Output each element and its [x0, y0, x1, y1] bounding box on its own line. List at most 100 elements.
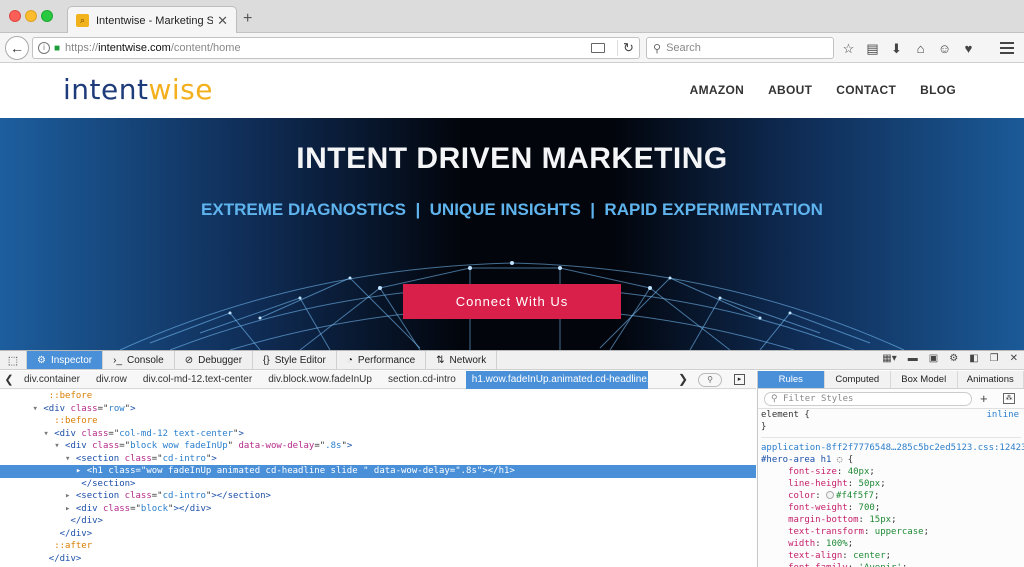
tab-box-model[interactable]: Box Model — [891, 371, 958, 388]
breadcrumb-item[interactable]: section.cd-intro — [382, 371, 466, 389]
expand-right-icon: ▸ — [65, 503, 76, 514]
tab-debugger[interactable]: ⊘ Debugger — [175, 351, 254, 369]
property-name: width — [788, 539, 816, 549]
inline-source-link[interactable]: inline — [986, 409, 1019, 421]
add-rule-icon[interactable]: + — [980, 391, 988, 406]
minimize-window-button[interactable] — [25, 10, 37, 22]
breadcrumb-item[interactable]: div.col-md-12.text-center — [137, 371, 262, 389]
markup-node[interactable]: ▸ <div class="block"></div> — [0, 503, 756, 516]
breadcrumb-item-selected[interactable]: h1.wow.fadeInUp.animated.cd-headline.sli… — [465, 370, 648, 389]
tab-computed[interactable]: Computed — [825, 371, 891, 388]
markup-node[interactable]: </div> — [0, 515, 756, 528]
url-text[interactable]: https://intentwise.com/content/home — [65, 42, 591, 54]
markup-node[interactable]: </div> — [0, 553, 756, 566]
responsive-mode-icon[interactable]: ▣ — [929, 353, 938, 364]
markup-node[interactable]: ▾ <section class="cd-intro"> — [0, 453, 756, 466]
css-declaration[interactable]: margin-bottom: 15px; — [761, 514, 1021, 526]
nav-link-amazon[interactable]: AMAZON — [690, 83, 744, 97]
back-button[interactable]: ← — [5, 36, 29, 60]
pocket-icon[interactable]: ♥ — [960, 40, 977, 57]
markup-search-icon[interactable]: ⚲ — [698, 373, 722, 387]
markup-node[interactable]: ▸ <section class="cd-intro"></section> — [0, 490, 756, 503]
markup-node[interactable]: ::after — [0, 540, 756, 553]
toggle-pseudo-classes-icon[interactable]: ⁂ — [1003, 393, 1015, 404]
css-declaration[interactable]: color: #f4f5f7; — [761, 490, 1021, 502]
tab-close-icon[interactable]: ✕ — [217, 13, 228, 29]
settings-gear-icon[interactable]: ⚙ — [949, 353, 958, 364]
css-declaration[interactable]: line-height: 50px; — [761, 478, 1021, 490]
breadcrumb-next-icon[interactable]: ❯ — [678, 372, 688, 386]
undock-window-icon[interactable]: ❐ — [990, 353, 999, 364]
zoom-window-button[interactable] — [41, 10, 53, 22]
reader-view-icon[interactable] — [591, 43, 605, 53]
tab-animations[interactable]: Animations — [958, 371, 1024, 388]
filter-styles-input[interactable]: ⚲ Filter Styles — [764, 392, 972, 406]
markup-node[interactable]: </div> — [0, 528, 756, 541]
tab-console[interactable]: ›_ Console — [103, 351, 175, 369]
toggle-sidebar-icon[interactable]: ▸ — [734, 374, 745, 385]
semicolon: ; — [923, 527, 929, 537]
hamburger-menu-icon[interactable] — [1000, 42, 1014, 57]
filter-placeholder: Filter Styles — [783, 394, 854, 404]
search-bar[interactable]: ⚲ Search — [646, 37, 834, 59]
colon: : — [815, 491, 827, 501]
tab-performance[interactable]: ◔ Performance — [337, 351, 427, 369]
markup-node-selected[interactable]: ▸ <h1 class="wow fadeInUp animated cd-he… — [0, 465, 756, 478]
nav-link-blog[interactable]: BLOG — [920, 83, 956, 97]
markup-node[interactable]: </section> — [0, 478, 756, 491]
rule-selector-line[interactable]: #hero-area h1 ◌ { — [761, 454, 1021, 466]
url-bar[interactable]: i ■ https://intentwise.com/content/home … — [32, 37, 640, 59]
attribute-name: data-wow-delay — [373, 466, 450, 476]
tab-style-editor[interactable]: {} Style Editor — [253, 351, 337, 369]
info-icon[interactable]: i — [38, 42, 50, 54]
css-declaration[interactable]: font-size: 40px; — [761, 466, 1021, 478]
connect-with-us-button[interactable]: Connect With Us — [403, 284, 621, 319]
element-rule-open[interactable]: element {inline — [761, 409, 1021, 421]
css-declaration[interactable]: font-family: 'Avenir'; — [761, 562, 1021, 567]
reload-icon[interactable]: ↻ — [617, 40, 639, 56]
reading-list-icon[interactable]: ▤ — [864, 40, 881, 57]
lock-icon[interactable]: ■ — [54, 43, 60, 54]
css-declaration[interactable]: width: 100%; — [761, 538, 1021, 550]
tab-rules[interactable]: Rules — [758, 371, 825, 388]
property-value: 'Avenir' — [859, 563, 902, 567]
download-icon[interactable]: ⬇ — [888, 40, 905, 57]
markup-node[interactable]: ▾ <div class="col-md-12 text-center"> — [0, 428, 756, 441]
breadcrumb-item[interactable]: div.block.wow.fadeInUp — [262, 371, 382, 389]
element-picker-icon[interactable]: ⬚ — [0, 351, 27, 369]
bookmark-star-icon[interactable]: ☆ — [840, 40, 857, 57]
breadcrumb-prev-icon[interactable]: ❮ — [0, 373, 18, 386]
tab-network[interactable]: ⇅ Network — [426, 351, 498, 369]
css-declaration[interactable]: text-align: center; — [761, 550, 1021, 562]
markup-node[interactable]: ▾ <div class="block wow fadeInUp" data-w… — [0, 440, 756, 453]
dock-side-icon[interactable]: ◧ — [969, 353, 978, 364]
browser-tab-active[interactable]: ⌕ Intentwise - Marketing Stra... ✕ — [67, 6, 237, 34]
new-tab-icon[interactable]: + — [243, 10, 252, 28]
nav-link-contact[interactable]: CONTACT — [836, 83, 896, 97]
performance-icon: ◔ — [346, 354, 353, 366]
markup-node[interactable]: ::before — [0, 415, 756, 428]
nav-link-about[interactable]: ABOUT — [768, 83, 812, 97]
css-declaration[interactable]: font-weight: 700; — [761, 502, 1021, 514]
markup-node[interactable]: ▾ <div class="row"> — [0, 403, 756, 416]
close-window-button[interactable] — [9, 10, 21, 22]
markup-view[interactable]: ::before ▾ <div class="row"> ::before ▾ … — [0, 390, 756, 567]
markup-node[interactable]: ::before — [0, 390, 756, 403]
split-console-icon[interactable]: ▬ — [908, 353, 918, 364]
attribute-value: row — [108, 403, 125, 414]
home-icon[interactable]: ⌂ — [912, 40, 929, 57]
url-scheme: https:// — [65, 42, 99, 54]
breadcrumb-item[interactable]: div.row — [90, 371, 137, 389]
frame-select-icon[interactable]: ▦▾ — [882, 353, 896, 364]
color-swatch-icon[interactable] — [826, 491, 835, 499]
stylesheet-source-link[interactable]: application-8ff2f7776548…285c5bc2ed5123.… — [761, 442, 1024, 454]
intentwise-logo[interactable]: intentwise — [63, 73, 213, 106]
attribute-name: data-wow-delay — [238, 441, 315, 451]
breadcrumb-item[interactable]: div.container — [18, 371, 90, 389]
window-titlebar: ⌕ Intentwise - Marketing Stra... ✕ + — [0, 0, 1024, 34]
css-declaration[interactable]: text-transform: uppercase; — [761, 526, 1021, 538]
highlight-selector-icon[interactable]: ◌ — [831, 455, 847, 465]
close-devtools-icon[interactable]: ✕ — [1010, 353, 1018, 364]
tab-inspector[interactable]: ⚙ Inspector — [27, 351, 104, 369]
chat-icon[interactable]: ☺ — [936, 40, 953, 57]
